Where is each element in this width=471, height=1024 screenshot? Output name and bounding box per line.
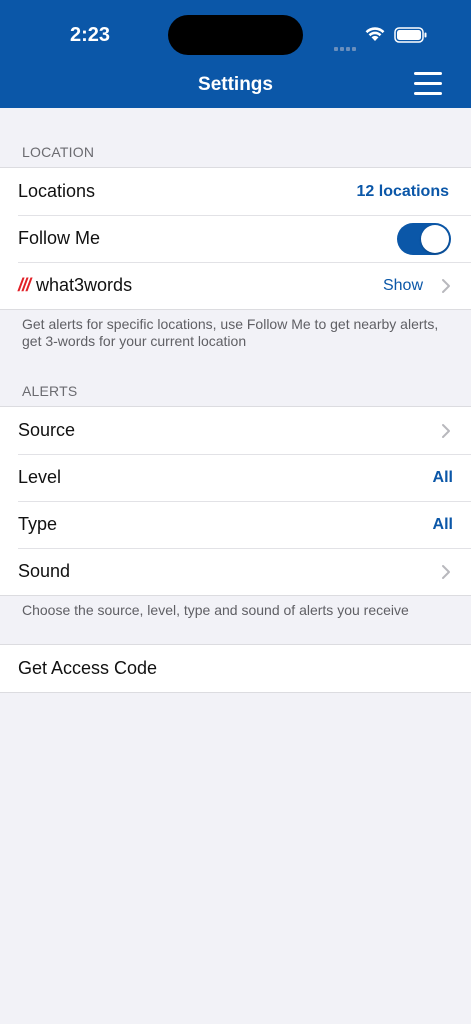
level-value: All	[432, 468, 453, 486]
location-group: Locations 12 locations Follow Me /// wha…	[0, 167, 471, 310]
navigation-bar: 2:23 Settings	[0, 0, 471, 108]
type-row[interactable]: Type All	[0, 501, 471, 548]
follow-me-toggle[interactable]	[397, 223, 451, 255]
level-label: Level	[18, 467, 62, 487]
status-time: 2:23	[70, 24, 111, 46]
what3words-label: what3words	[36, 275, 133, 295]
source-row[interactable]: Source	[0, 407, 471, 454]
access-group: Get Access Code	[0, 644, 471, 693]
sound-label: Sound	[18, 561, 71, 581]
type-value: All	[432, 515, 453, 533]
dynamic-island	[168, 15, 303, 55]
get-access-code-label: Get Access Code	[18, 658, 158, 678]
follow-me-row: Follow Me	[0, 215, 471, 262]
wifi-icon	[365, 27, 385, 41]
chevron-right-icon	[442, 279, 450, 293]
sound-row[interactable]: Sound	[0, 548, 471, 595]
page-title: Settings	[198, 74, 273, 95]
chevron-right-icon	[442, 565, 450, 579]
what3words-logo-icon: ///	[18, 275, 31, 295]
locations-row[interactable]: Locations 12 locations	[0, 168, 471, 215]
type-label: Type	[18, 514, 58, 534]
location-section-header: LOCATION	[22, 144, 95, 160]
battery-icon	[394, 27, 427, 43]
source-label: Source	[18, 420, 76, 440]
alerts-group: Source Level All Type All Sound	[0, 406, 471, 596]
what3words-show: Show	[382, 276, 423, 294]
locations-label: Locations	[18, 181, 96, 201]
what3words-row[interactable]: /// what3words Show	[0, 262, 471, 309]
location-footnote: Get alerts for specific locations, use F…	[22, 316, 439, 349]
cellular-signal-icon	[334, 38, 358, 56]
follow-me-label: Follow Me	[18, 228, 101, 248]
chevron-right-icon	[442, 424, 450, 438]
hamburger-menu-icon[interactable]	[412, 70, 444, 98]
locations-count: 12 locations	[356, 182, 449, 200]
alerts-footnote: Choose the source, level, type and sound…	[22, 602, 409, 618]
level-row[interactable]: Level All	[0, 454, 471, 501]
alerts-section-header: ALERTS	[22, 383, 78, 399]
get-access-code-row[interactable]: Get Access Code	[0, 645, 471, 692]
